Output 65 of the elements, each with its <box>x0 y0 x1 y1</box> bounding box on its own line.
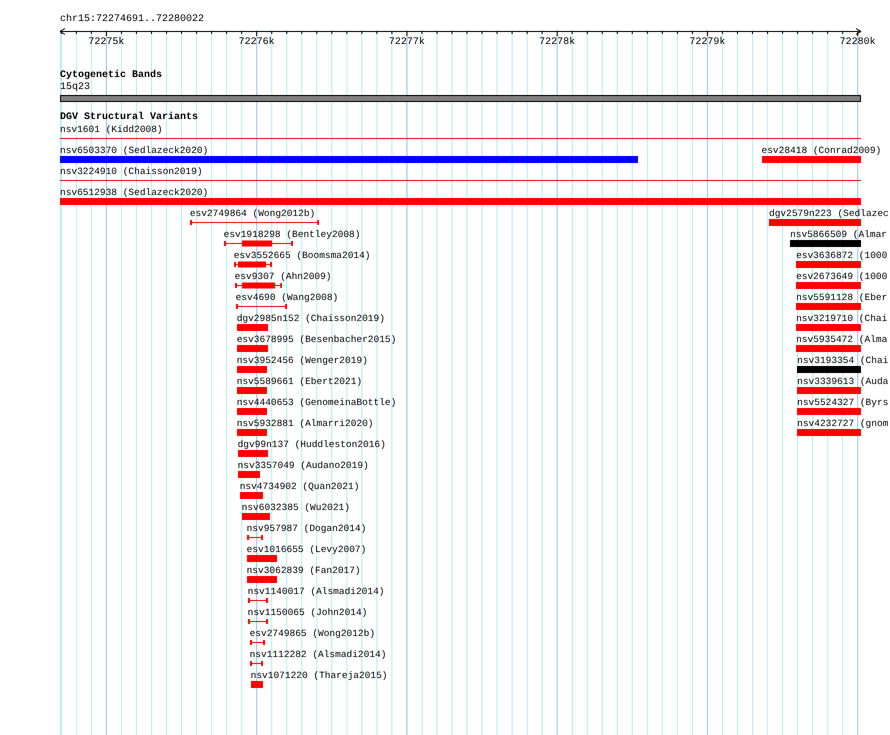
variant-span[interactable] <box>248 597 268 604</box>
feature-label: dgv99n137 (Huddleston2016) <box>238 439 386 450</box>
track-title: Cytogenetic Bands <box>60 70 162 82</box>
variant-span[interactable] <box>190 219 320 226</box>
track-title: DGV Structural Variants <box>60 112 198 124</box>
feature-label: esv3678995 (Besenbacher2015) <box>236 334 396 345</box>
feature-label: nsv1150065 (John2014) <box>248 607 368 618</box>
variant-bar[interactable] <box>250 681 263 688</box>
feature-label: nsv3952456 (Wenger2019) <box>236 355 368 366</box>
region-label: chr15:72274691..72280022 <box>60 14 204 26</box>
variant-span[interactable] <box>234 282 282 289</box>
feature-label: nsv1112282 (Alsmadi2014) <box>250 649 386 660</box>
feature-label: nsv3357049 (Audano2019) <box>238 460 369 471</box>
feature-label: nsv5932881 (Almarri2020) <box>236 418 374 429</box>
variant-span[interactable] <box>248 618 268 625</box>
feature-label: esv9307 (Ahn2009) <box>234 271 332 282</box>
feature-label: esv3552665 (Boomsma2014) <box>234 250 371 261</box>
feature-label: esv1016655 (Levy2007) <box>246 544 366 555</box>
feature-label: esv2749865 (Wong2012b) <box>250 628 376 639</box>
feature-label: nsv5589661 (Ebert2021) <box>236 376 362 387</box>
band-bar[interactable] <box>60 95 861 102</box>
feature-label: nsv4440653 (GenomeinaBottle) <box>236 397 396 408</box>
tick-label: 72276k <box>238 37 275 49</box>
feature-label: nsv3224910 (Chaisson2019) <box>60 166 203 177</box>
feature-label: esv3636872 (1000 <box>796 250 888 261</box>
feature-label: dgv2985n152 (Chaisson2019) <box>236 313 385 324</box>
tick-label: 72279k <box>689 37 726 49</box>
variant-span[interactable] <box>246 534 263 541</box>
feature-label: esv4690 (Wang2008) <box>236 292 338 303</box>
feature-label: esv28418 (Conrad2009) <box>762 145 882 156</box>
feature-label: nsv6503370 (Sedlazeck2020) <box>60 145 208 156</box>
feature-label: esv1918298 (Bentley2008) <box>224 229 360 240</box>
feature-label: nsv1601 (Kidd2008) <box>60 124 163 135</box>
feature-label: nsv957987 (Dogan2014) <box>246 523 366 534</box>
feature-label: nsv5866509 (Almar <box>790 229 887 240</box>
feature-label: nsv5935472 (Alma <box>796 334 888 345</box>
feature-label: nsv4734902 (Quan2021) <box>240 481 360 492</box>
variant-bar[interactable] <box>238 471 260 478</box>
feature-label: nsv3339613 (Auda <box>797 376 888 387</box>
variant-span[interactable] <box>250 660 263 667</box>
feature-label: nsv3062839 (Fan2017) <box>246 565 361 576</box>
tick-label: 72280k <box>840 37 876 49</box>
feature-label: nsv3219710 (Chai <box>796 313 888 324</box>
variant-line[interactable] <box>60 180 861 181</box>
feature-label: nsv4232727 (gnom <box>797 418 888 429</box>
feature-label: esv2673649 (1000 <box>796 271 888 282</box>
feature-label: nsv1140017 (Alsmadi2014) <box>248 586 384 597</box>
feature-label: nsv5591128 (Eber <box>796 292 888 303</box>
variant-span[interactable] <box>236 303 287 310</box>
feature-label: nsv5524327 (Byrs <box>797 397 888 408</box>
band-label: 15q23 <box>60 82 90 93</box>
variant-span[interactable] <box>250 639 265 646</box>
tick-label: 72275k <box>88 37 124 49</box>
variant-bar[interactable] <box>240 492 263 499</box>
feature-label: nsv6032385 (Wu2021) <box>242 502 350 513</box>
variant-span[interactable] <box>224 240 293 247</box>
feature-label: esv2749864 (Wong2012b) <box>190 208 316 219</box>
feature-label: nsv6512938 (Sedlazeck2020) <box>60 187 208 198</box>
variant-line[interactable] <box>60 138 861 139</box>
feature-label: dgv2579n223 (Sedlazec <box>769 208 889 219</box>
tick-label: 72278k <box>539 37 576 49</box>
feature-label: nsv3193354 (Chai <box>797 355 888 366</box>
variant-span[interactable] <box>234 261 272 268</box>
feature-label: nsv1071220 (Thareja2015) <box>250 670 388 681</box>
tick-label: 72277k <box>388 37 425 49</box>
